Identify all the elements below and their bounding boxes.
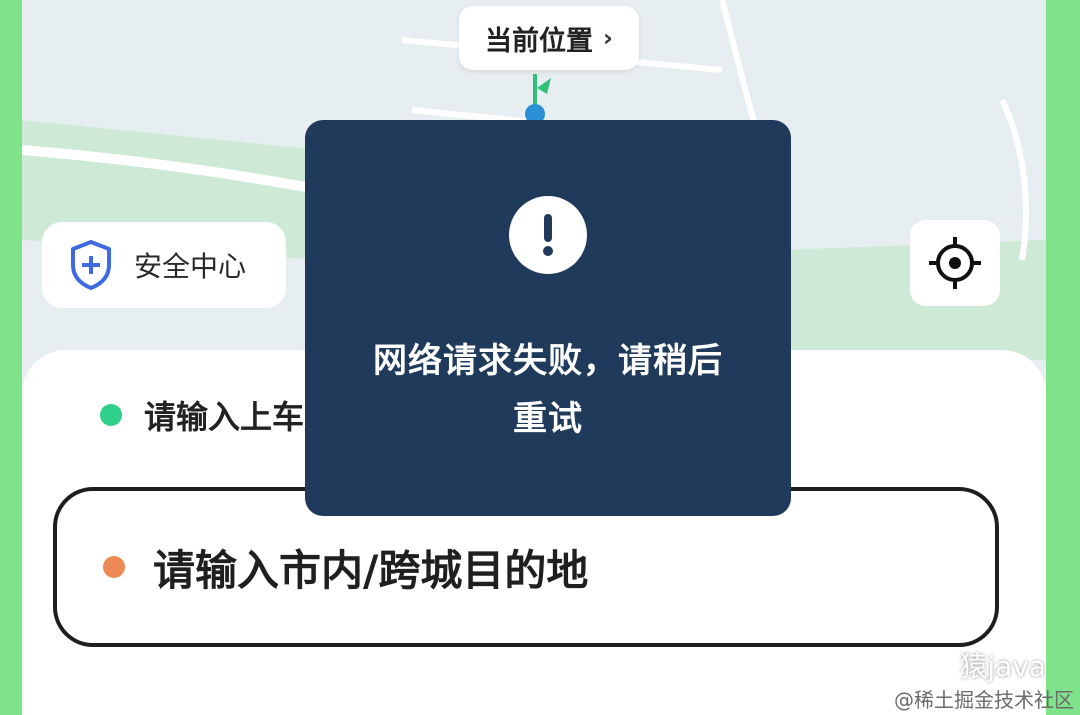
shield-plus-icon bbox=[71, 240, 111, 290]
alert-icon bbox=[509, 196, 587, 274]
watermark-credit: @稀土掘金技术社区 bbox=[894, 688, 1074, 712]
pickup-dot bbox=[100, 404, 122, 426]
location-pin-icon bbox=[525, 74, 551, 120]
toast-message: 网络请求失败，请稍后重试 bbox=[373, 341, 723, 439]
safety-center-button[interactable]: 安全中心 bbox=[42, 222, 286, 308]
watermark: 猿java bbox=[907, 645, 1046, 685]
current-location-label: 当前位置 bbox=[485, 25, 594, 57]
error-toast: 网络请求失败，请稍后重试 bbox=[305, 120, 791, 516]
destination-dot bbox=[103, 556, 125, 578]
destination-placeholder: 请输入市内/跨城目的地 bbox=[153, 545, 589, 595]
phone-screen: 当前位置 › 安全中心 请输入上车点 › 请输入市内/跨城目的地 bbox=[22, 0, 1046, 715]
current-location-bubble[interactable]: 当前位置 › bbox=[459, 6, 639, 70]
wechat-icon bbox=[908, 648, 951, 681]
watermark-channel: 猿java bbox=[959, 650, 1046, 683]
safety-center-label: 安全中心 bbox=[134, 250, 247, 283]
locate-button[interactable] bbox=[910, 220, 1000, 306]
locate-crosshair-icon bbox=[929, 237, 981, 289]
chevron-right-icon: › bbox=[603, 24, 613, 52]
